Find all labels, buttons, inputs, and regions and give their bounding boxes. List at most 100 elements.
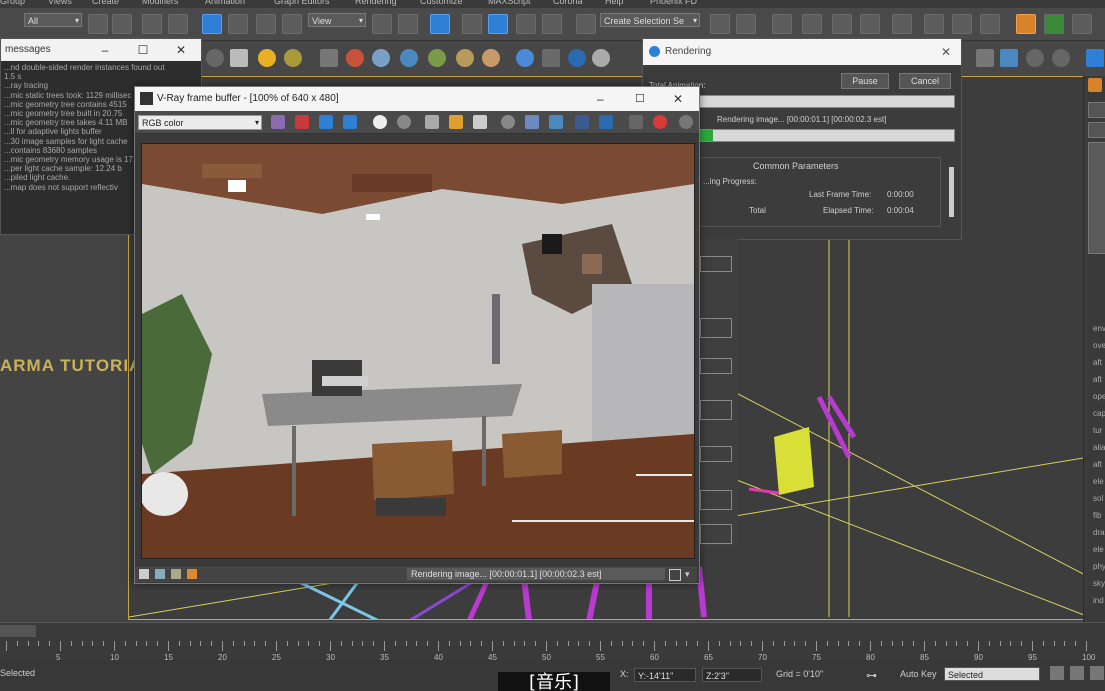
red-channel-icon[interactable] — [295, 115, 309, 129]
viewport-layout-icon[interactable] — [976, 49, 994, 67]
chevron-down-icon[interactable]: ▾ — [685, 569, 693, 579]
menu-item[interactable]: Help — [605, 0, 624, 6]
close-icon[interactable]: ✕ — [673, 87, 683, 111]
menu-item[interactable]: Phoenix FD — [650, 0, 697, 6]
command-panel-item[interactable]: alia — [1093, 443, 1105, 452]
phoenix-fd-icon[interactable] — [1016, 14, 1036, 34]
menu-item[interactable]: Create — [92, 0, 119, 6]
settings-button[interactable] — [700, 490, 732, 510]
status-icon[interactable] — [187, 569, 197, 579]
help-icon[interactable] — [592, 49, 610, 67]
key-filter-dropdown[interactable]: Selected — [944, 667, 1040, 681]
command-panel-item[interactable]: aft — [1093, 375, 1102, 384]
status-icon[interactable] — [171, 569, 181, 579]
previous-frame-icon[interactable] — [1070, 666, 1084, 680]
proxy-icon[interactable] — [346, 49, 364, 67]
region-render-icon[interactable] — [525, 115, 539, 129]
green-channel-icon[interactable] — [319, 115, 333, 129]
vray-sphere-icon[interactable] — [516, 49, 534, 67]
material-editor-icon[interactable] — [892, 14, 912, 34]
pause-button[interactable]: Pause — [841, 73, 889, 89]
align-icon[interactable] — [736, 14, 756, 34]
command-panel-item[interactable]: aft — [1093, 460, 1102, 469]
maximize-icon[interactable]: ☐ — [127, 39, 159, 61]
command-panel-item[interactable]: sky — [1093, 579, 1105, 588]
schematic-view-icon[interactable] — [860, 14, 880, 34]
select-object-icon[interactable] — [88, 14, 108, 34]
follow-mouse-icon[interactable] — [549, 115, 563, 129]
command-panel-item[interactable]: dra — [1093, 528, 1105, 537]
menu-item[interactable]: Corona — [553, 0, 583, 6]
go-to-start-icon[interactable] — [1050, 666, 1064, 680]
decal-icon[interactable] — [456, 49, 474, 67]
percent-snap-icon[interactable] — [516, 14, 536, 34]
reference-coordinate-dropdown[interactable]: View — [308, 13, 366, 28]
command-panel-item[interactable]: aft — [1093, 358, 1102, 367]
load-image-icon[interactable] — [449, 115, 463, 129]
menu-item[interactable]: Customize — [420, 0, 463, 6]
color-picker-icon[interactable] — [271, 115, 285, 129]
sun-icon[interactable] — [258, 49, 276, 67]
command-panel-item[interactable]: env — [1093, 324, 1105, 333]
rendered-image[interactable] — [141, 143, 695, 559]
channel-dropdown[interactable]: RGB color — [138, 115, 262, 130]
place-icon[interactable] — [282, 14, 302, 34]
time-ruler[interactable]: 5 10 15 20 25 30 35 40 45 50 55 60 65 70 75 80 85 90 95 100 — [0, 641, 1105, 662]
command-panel-item[interactable]: sol — [1093, 494, 1103, 503]
mono-icon[interactable] — [397, 115, 411, 129]
select-scale-icon[interactable] — [256, 14, 276, 34]
object-type-list[interactable] — [1088, 142, 1105, 254]
name-field[interactable] — [1088, 102, 1105, 118]
layer-explorer-icon[interactable] — [772, 14, 792, 34]
settings-button[interactable] — [700, 318, 732, 338]
y-label-field[interactable]: Y:-14'11" — [634, 668, 696, 682]
named-selection-dropdown[interactable]: Create Selection Se — [600, 13, 700, 28]
menu-item[interactable]: Modifiers — [142, 0, 179, 6]
chair-object[interactable] — [774, 427, 814, 495]
render-setup-icon[interactable] — [924, 14, 944, 34]
track-mouse-icon[interactable] — [501, 115, 515, 129]
eye-icon[interactable] — [206, 49, 224, 67]
light-bulb-icon[interactable] — [1052, 49, 1070, 67]
command-panel-item[interactable]: tur — [1093, 426, 1102, 435]
command-panel-item[interactable]: ove — [1093, 341, 1105, 350]
fur-icon[interactable] — [320, 49, 338, 67]
window-crossing-icon[interactable] — [168, 14, 188, 34]
cancel-button[interactable]: Cancel — [899, 73, 951, 89]
select-rotate-icon[interactable] — [228, 14, 248, 34]
settings-button[interactable] — [700, 400, 732, 420]
modify-panel-icon[interactable] — [1086, 49, 1104, 67]
vray-scene-icon[interactable] — [568, 49, 586, 67]
forest-pack-icon[interactable] — [1044, 14, 1064, 34]
clear-image-icon[interactable] — [473, 115, 487, 129]
input-field[interactable] — [700, 446, 732, 462]
edit-named-selection-icon[interactable] — [576, 14, 596, 34]
dome-light-icon[interactable] — [284, 49, 302, 67]
link-to-vfb-icon[interactable] — [599, 115, 613, 129]
category-dropdown[interactable] — [1088, 122, 1105, 138]
input-field[interactable] — [700, 358, 732, 374]
stop-render-icon[interactable] — [653, 115, 667, 129]
alpha-channel-icon[interactable] — [373, 115, 387, 129]
select-move-icon[interactable] — [202, 14, 222, 34]
scatter-icon[interactable] — [428, 49, 446, 67]
auto-key-button[interactable]: Auto Key — [900, 669, 937, 679]
select-by-name-icon[interactable] — [112, 14, 132, 34]
clipper-icon[interactable] — [482, 49, 500, 67]
render-button[interactable] — [700, 524, 732, 544]
light-icon[interactable] — [230, 49, 248, 67]
play-icon[interactable] — [1090, 666, 1104, 680]
spinner-snap-icon[interactable] — [542, 14, 562, 34]
time-slider[interactable] — [0, 625, 36, 637]
close-icon[interactable]: ✕ — [165, 39, 197, 61]
status-icon[interactable] — [669, 569, 681, 581]
curve-editor-icon[interactable] — [832, 14, 852, 34]
command-panel-item[interactable]: phy — [1093, 562, 1105, 571]
minimize-icon[interactable]: – — [597, 87, 604, 111]
select-manipulate-icon[interactable] — [398, 14, 418, 34]
menu-item[interactable]: MAXScript — [488, 0, 531, 6]
snap-toggle-icon[interactable] — [462, 14, 482, 34]
create-tab-icon[interactable] — [1088, 78, 1102, 92]
command-panel-item[interactable]: ind — [1093, 596, 1104, 605]
z-field[interactable]: Z:2'3" — [702, 668, 762, 682]
